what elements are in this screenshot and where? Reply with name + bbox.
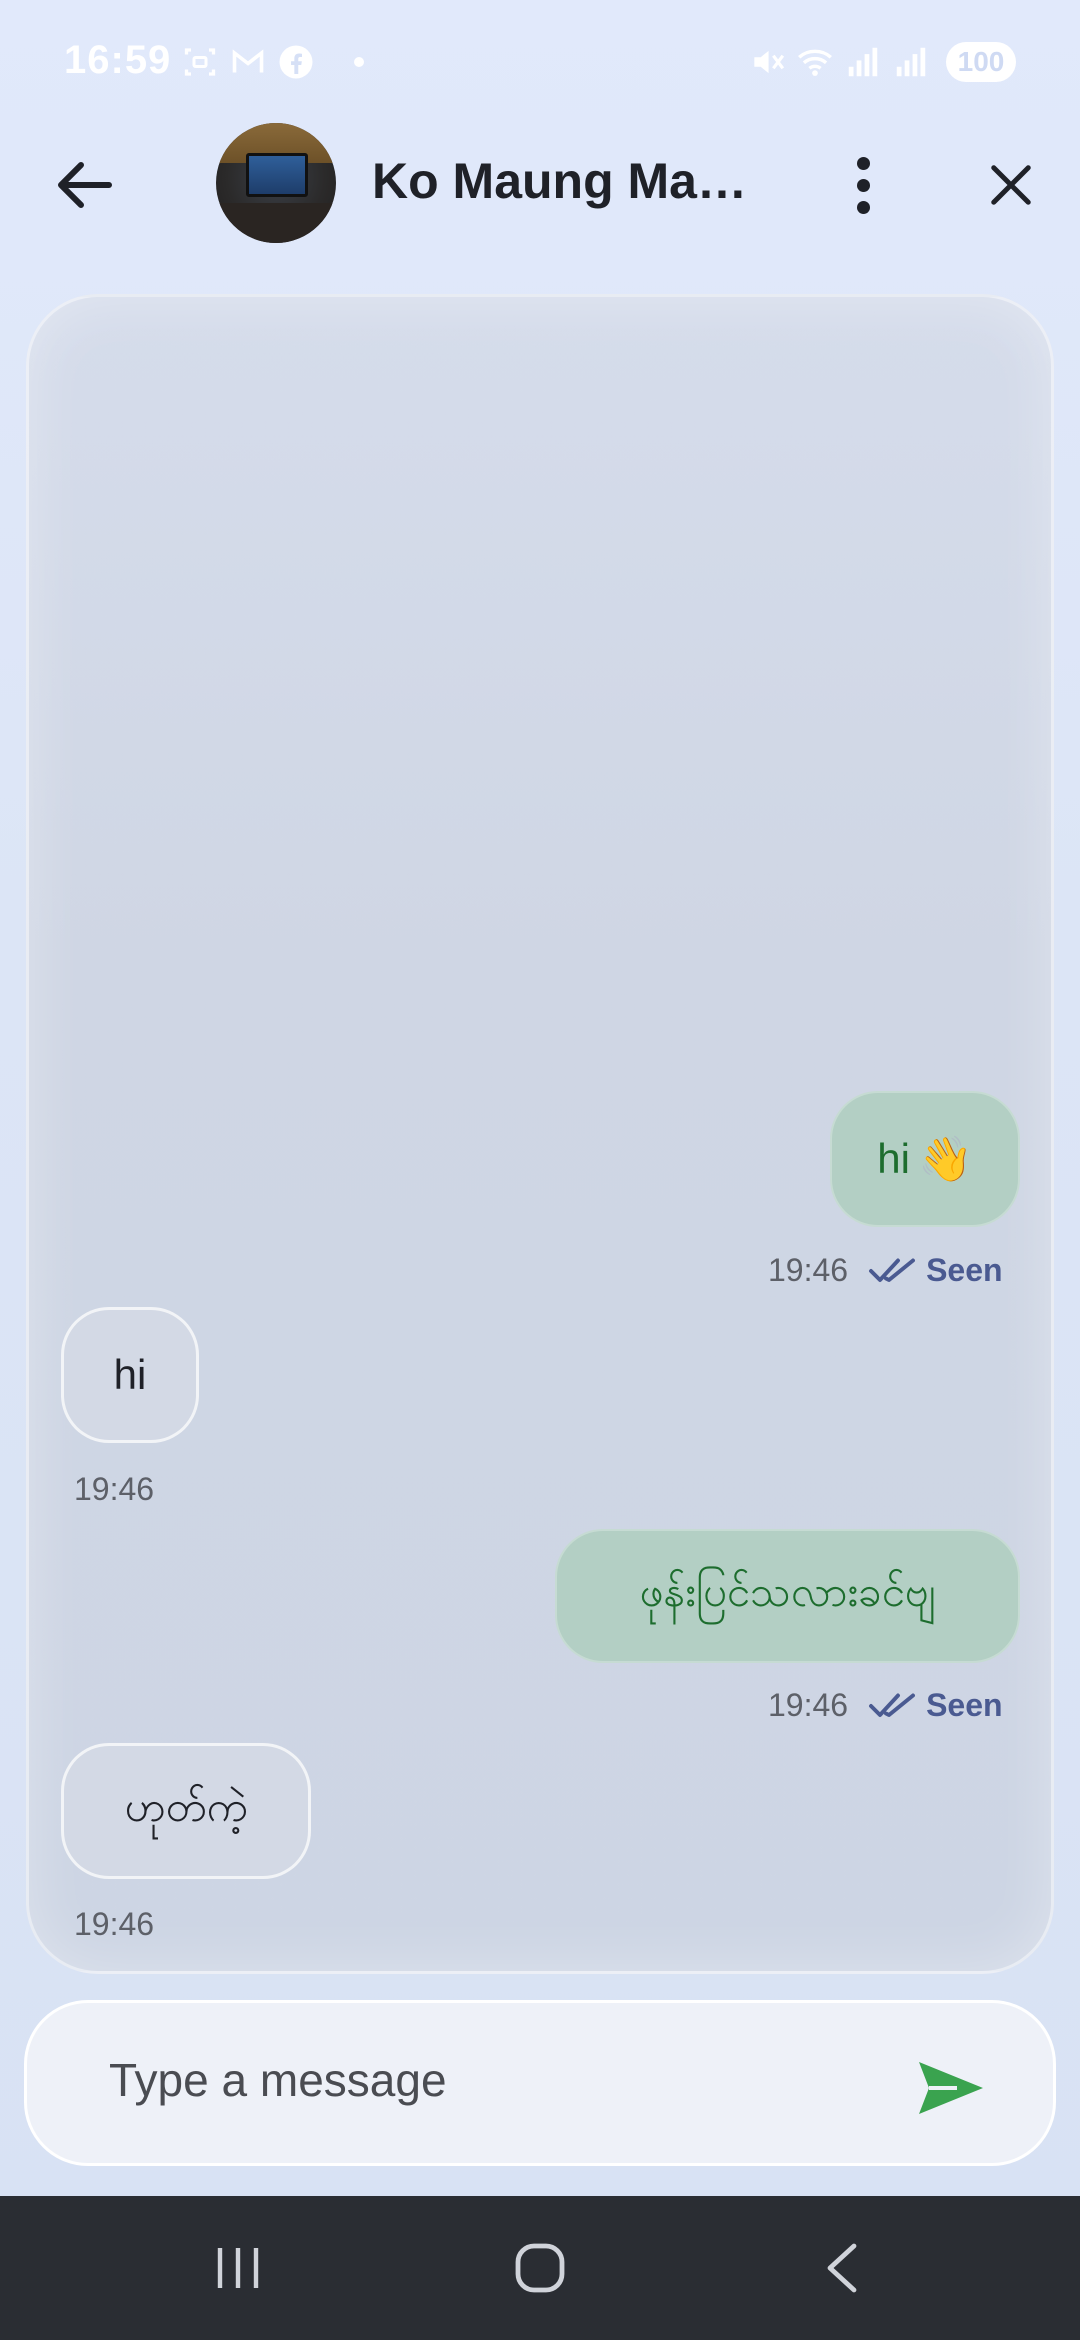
signal-icon	[896, 47, 926, 77]
status-notification-icons	[182, 44, 364, 80]
facebook-icon	[279, 45, 313, 79]
message-meta: 19:46	[74, 1906, 154, 1943]
message-time: 19:46	[768, 1687, 849, 1723]
more-vertical-icon	[856, 156, 870, 170]
sent-message-bubble[interactable]: hi 👋	[830, 1091, 1020, 1227]
battery-indicator: 100	[946, 42, 1016, 82]
send-button[interactable]	[911, 2053, 991, 2123]
screenshot-icon	[184, 48, 216, 76]
message-time: 19:46	[74, 1471, 155, 1507]
message-time: 19:46	[768, 1252, 849, 1288]
system-navigation-bar	[0, 2196, 1080, 2340]
status-system-icons: 100	[748, 42, 1016, 82]
close-icon	[991, 165, 1031, 205]
signal-icon	[848, 47, 878, 77]
received-message-bubble[interactable]: ဟုတ်ကဲ့	[61, 1743, 311, 1879]
home-button[interactable]	[500, 2232, 580, 2304]
seen-status: Seen	[926, 1687, 1003, 1723]
received-message-bubble[interactable]: hi	[61, 1307, 199, 1443]
gmail-icon	[232, 49, 264, 73]
message-text: hi	[113, 1351, 147, 1398]
status-bar: 16:59 100	[0, 0, 1080, 126]
message-meta: 19:46 Seen	[768, 1252, 1003, 1289]
message-meta: 19:46	[74, 1471, 154, 1508]
message-input[interactable]: Type a message	[109, 2053, 447, 2107]
avatar[interactable]	[216, 123, 336, 243]
contact-name[interactable]: Ko Maung Maung Htay	[372, 152, 752, 210]
close-button[interactable]	[976, 150, 1046, 220]
message-time: 19:46	[74, 1906, 155, 1942]
message-list[interactable]: hi 👋 19:46 Seen hi 19:46 ဖုန်းပြင်သလားခင…	[26, 294, 1054, 1974]
double-check-icon	[869, 1693, 916, 1717]
more-options-button[interactable]	[836, 150, 890, 220]
mute-icon	[754, 50, 785, 74]
message-meta: 19:46 Seen	[768, 1687, 1003, 1724]
dot-icon	[354, 57, 364, 67]
home-icon	[515, 2243, 565, 2293]
arrow-left-icon	[58, 162, 112, 208]
recent-apps-icon	[217, 2248, 259, 2288]
chat-header: Ko Maung Maung Htay	[0, 120, 1080, 250]
message-text: ဟုတ်ကဲ့	[124, 1783, 248, 1830]
double-check-icon	[869, 1258, 916, 1282]
back-nav-button[interactable]	[802, 2232, 882, 2304]
chevron-left-icon	[827, 2243, 857, 2293]
recent-apps-button[interactable]	[198, 2232, 278, 2304]
message-text: hi	[877, 1135, 910, 1182]
message-text: ဖုန်းပြင်သလားခင်ဗျ	[639, 1568, 936, 1615]
send-icon	[919, 2062, 983, 2114]
sent-message-bubble[interactable]: ဖုန်းပြင်သလားခင်ဗျ	[555, 1529, 1020, 1663]
status-time: 16:59	[64, 38, 172, 82]
back-button[interactable]	[50, 150, 120, 220]
message-composer: Type a message	[24, 2000, 1056, 2166]
wifi-icon	[797, 49, 833, 76]
seen-status: Seen	[926, 1252, 1003, 1288]
waving-hand-icon: 👋	[917, 1135, 973, 1184]
